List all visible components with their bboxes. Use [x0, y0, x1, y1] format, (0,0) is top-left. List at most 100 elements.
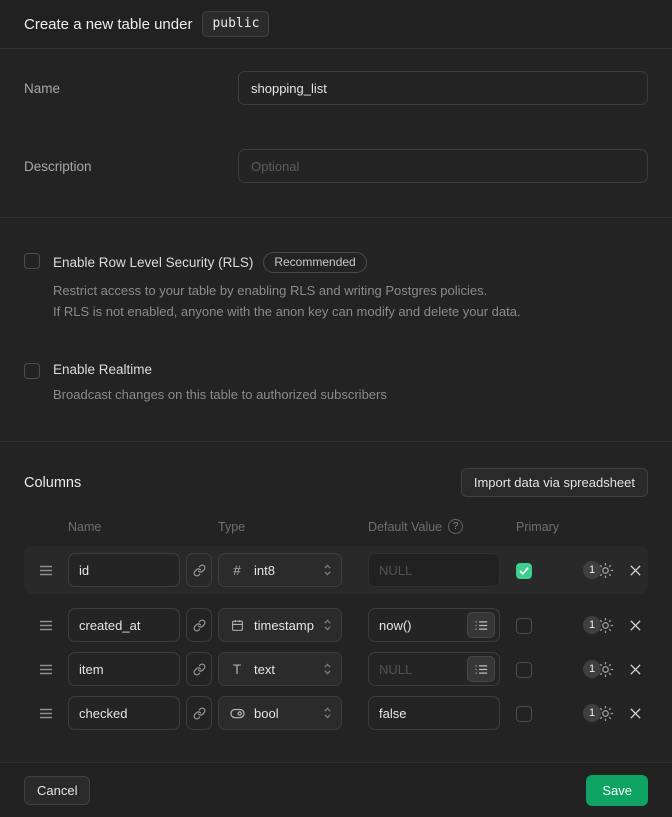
import-spreadsheet-button[interactable]: Import data via spreadsheet [461, 468, 648, 497]
col-header-type: Type [218, 520, 368, 534]
cancel-button[interactable]: Cancel [24, 776, 90, 805]
remove-column-button[interactable] [629, 619, 642, 632]
remove-column-button[interactable] [629, 564, 642, 577]
primary-checkbox[interactable] [516, 563, 532, 579]
realtime-label: Enable Realtime [53, 362, 152, 377]
close-x-icon [629, 564, 642, 577]
col-header-primary: Primary [516, 520, 564, 534]
primary-cell [516, 705, 564, 722]
drag-handle-icon[interactable] [24, 565, 68, 576]
remove-column-button[interactable] [629, 663, 642, 676]
text-icon: T [229, 662, 245, 677]
column-name-input[interactable] [68, 696, 180, 730]
panel-footer: Cancel Save [0, 762, 672, 817]
rls-description: Restrict access to your table by enablin… [53, 280, 521, 322]
rls-label: Enable Row Level Security (RLS) [53, 255, 253, 270]
table-name-input[interactable] [238, 71, 648, 105]
calendar-icon [229, 619, 245, 632]
row-actions: 1 [564, 561, 648, 580]
chevron-up-down-icon [323, 662, 333, 676]
column-default-field [368, 608, 500, 642]
table-options-section: Enable Row Level Security (RLS) Recommen… [0, 218, 672, 442]
close-x-icon [629, 663, 642, 676]
column-default-field [368, 696, 500, 730]
table-description-input[interactable] [238, 149, 648, 183]
col-header-name: Name [68, 520, 180, 534]
column-default-input[interactable] [379, 618, 467, 633]
realtime-description: Broadcast changes on this table to autho… [53, 384, 387, 405]
realtime-option-content: Enable Realtime Broadcast changes on thi… [53, 362, 387, 405]
help-circle-icon[interactable]: ? [448, 519, 463, 534]
column-row-highlight: # int8 1 [24, 546, 648, 594]
list-menu-icon [475, 664, 488, 675]
columns-header: Columns Import data via spreadsheet [24, 468, 648, 497]
recommended-badge: Recommended [263, 252, 366, 273]
columns-grid-header: Name Type Default Value ? Primary [24, 519, 648, 534]
column-row-checked: bool 1 [24, 696, 648, 730]
chevron-up-down-icon [323, 618, 333, 632]
checkmark-icon [519, 567, 529, 575]
primary-cell [516, 562, 564, 579]
drag-handle-icon[interactable] [24, 664, 68, 675]
primary-cell [516, 617, 564, 634]
col-header-default-label: Default Value [368, 520, 442, 534]
list-menu-icon [475, 620, 488, 631]
column-type-value: timestamptz [254, 618, 314, 633]
description-row: Description [24, 149, 648, 183]
column-settings-button[interactable]: 1 [583, 616, 615, 635]
column-type-select[interactable]: bool [218, 696, 342, 730]
primary-checkbox[interactable] [516, 662, 532, 678]
column-settings-button[interactable]: 1 [583, 561, 615, 580]
column-default-input[interactable] [379, 662, 467, 677]
row-actions: 1 [564, 616, 648, 635]
settings-count-badge: 1 [583, 616, 601, 634]
row-actions: 1 [564, 660, 648, 679]
column-default-field [368, 652, 500, 686]
column-row-created-at: timestamptz 1 [24, 608, 648, 642]
drag-handle-icon[interactable] [24, 708, 68, 719]
realtime-checkbox[interactable] [24, 363, 40, 379]
column-row-id: # int8 1 [24, 553, 648, 587]
columns-title: Columns [24, 475, 81, 491]
column-name-input[interactable] [68, 608, 180, 642]
column-type-select[interactable]: timestamptz [218, 608, 342, 642]
remove-column-button[interactable] [629, 707, 642, 720]
column-name-input[interactable] [68, 652, 180, 686]
column-type-value: text [254, 662, 314, 677]
foreign-key-link-icon[interactable] [186, 608, 212, 642]
columns-section: Columns Import data via spreadsheet Name… [0, 442, 672, 762]
column-type-select[interactable]: # int8 [218, 553, 342, 587]
settings-count-badge: 1 [583, 660, 601, 678]
foreign-key-link-icon[interactable] [186, 696, 212, 730]
toggle-icon [229, 708, 245, 719]
description-label: Description [24, 159, 238, 174]
col-header-default: Default Value ? [368, 519, 516, 534]
column-type-value: int8 [254, 563, 314, 578]
column-default-input[interactable] [379, 706, 495, 721]
rls-description-line1: Restrict access to your table by enablin… [53, 280, 521, 301]
save-button[interactable]: Save [586, 775, 648, 806]
foreign-key-link-icon[interactable] [186, 553, 212, 587]
default-value-menu-button[interactable] [467, 612, 495, 638]
row-actions: 1 [564, 704, 648, 723]
rls-description-line2: If RLS is not enabled, anyone with the a… [53, 301, 521, 322]
rls-label-row: Enable Row Level Security (RLS) Recommen… [53, 252, 521, 273]
settings-count-badge: 1 [583, 561, 601, 579]
column-settings-button[interactable]: 1 [583, 660, 615, 679]
column-settings-button[interactable]: 1 [583, 704, 615, 723]
chevron-up-down-icon [323, 706, 333, 720]
column-name-input[interactable] [68, 553, 180, 587]
column-row-item: T text 1 [24, 652, 648, 686]
default-value-menu-button[interactable] [467, 656, 495, 682]
primary-checkbox[interactable] [516, 618, 532, 634]
realtime-label-row: Enable Realtime [53, 362, 387, 377]
drag-handle-icon[interactable] [24, 620, 68, 631]
rls-option-content: Enable Row Level Security (RLS) Recommen… [53, 252, 521, 322]
primary-checkbox[interactable] [516, 706, 532, 722]
schema-badge: public [202, 11, 269, 37]
foreign-key-link-icon[interactable] [186, 652, 212, 686]
column-default-input[interactable] [379, 563, 495, 578]
column-type-select[interactable]: T text [218, 652, 342, 686]
rls-checkbox[interactable] [24, 253, 40, 269]
name-label: Name [24, 81, 238, 96]
